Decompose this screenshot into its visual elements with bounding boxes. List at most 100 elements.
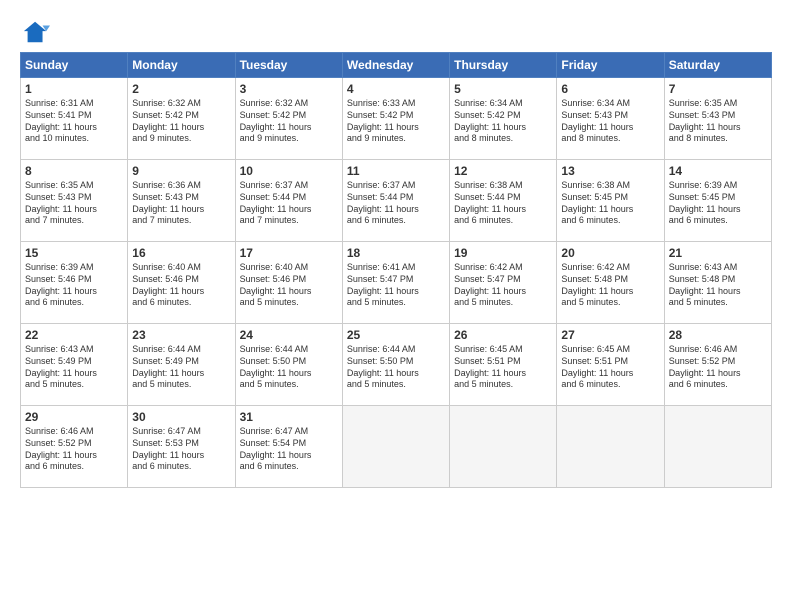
- calendar-cell: 22Sunrise: 6:43 AM Sunset: 5:49 PM Dayli…: [21, 324, 128, 406]
- calendar-cell: 7Sunrise: 6:35 AM Sunset: 5:43 PM Daylig…: [664, 78, 771, 160]
- day-info: Sunrise: 6:45 AM Sunset: 5:51 PM Dayligh…: [454, 344, 552, 391]
- calendar-cell: 15Sunrise: 6:39 AM Sunset: 5:46 PM Dayli…: [21, 242, 128, 324]
- calendar-cell: 30Sunrise: 6:47 AM Sunset: 5:53 PM Dayli…: [128, 406, 235, 488]
- day-number: 12: [454, 163, 552, 179]
- calendar-week-2: 8Sunrise: 6:35 AM Sunset: 5:43 PM Daylig…: [21, 160, 772, 242]
- day-number: 7: [669, 81, 767, 97]
- calendar-cell: 29Sunrise: 6:46 AM Sunset: 5:52 PM Dayli…: [21, 406, 128, 488]
- calendar-cell: 27Sunrise: 6:45 AM Sunset: 5:51 PM Dayli…: [557, 324, 664, 406]
- day-info: Sunrise: 6:34 AM Sunset: 5:42 PM Dayligh…: [454, 98, 552, 145]
- logo-icon: [22, 18, 50, 46]
- day-number: 4: [347, 81, 445, 97]
- day-number: 2: [132, 81, 230, 97]
- day-number: 26: [454, 327, 552, 343]
- calendar-cell: 4Sunrise: 6:33 AM Sunset: 5:42 PM Daylig…: [342, 78, 449, 160]
- calendar-week-3: 15Sunrise: 6:39 AM Sunset: 5:46 PM Dayli…: [21, 242, 772, 324]
- calendar-cell: 26Sunrise: 6:45 AM Sunset: 5:51 PM Dayli…: [450, 324, 557, 406]
- day-info: Sunrise: 6:38 AM Sunset: 5:45 PM Dayligh…: [561, 180, 659, 227]
- weekday-header-wednesday: Wednesday: [342, 53, 449, 78]
- day-info: Sunrise: 6:47 AM Sunset: 5:54 PM Dayligh…: [240, 426, 338, 473]
- day-info: Sunrise: 6:34 AM Sunset: 5:43 PM Dayligh…: [561, 98, 659, 145]
- calendar-cell: 19Sunrise: 6:42 AM Sunset: 5:47 PM Dayli…: [450, 242, 557, 324]
- day-info: Sunrise: 6:40 AM Sunset: 5:46 PM Dayligh…: [240, 262, 338, 309]
- calendar-cell: 2Sunrise: 6:32 AM Sunset: 5:42 PM Daylig…: [128, 78, 235, 160]
- header: [20, 18, 772, 42]
- weekday-header-monday: Monday: [128, 53, 235, 78]
- day-info: Sunrise: 6:35 AM Sunset: 5:43 PM Dayligh…: [25, 180, 123, 227]
- calendar-cell: 6Sunrise: 6:34 AM Sunset: 5:43 PM Daylig…: [557, 78, 664, 160]
- day-number: 13: [561, 163, 659, 179]
- day-info: Sunrise: 6:37 AM Sunset: 5:44 PM Dayligh…: [240, 180, 338, 227]
- calendar-cell: 9Sunrise: 6:36 AM Sunset: 5:43 PM Daylig…: [128, 160, 235, 242]
- day-info: Sunrise: 6:42 AM Sunset: 5:47 PM Dayligh…: [454, 262, 552, 309]
- calendar-cell: 25Sunrise: 6:44 AM Sunset: 5:50 PM Dayli…: [342, 324, 449, 406]
- day-number: 30: [132, 409, 230, 425]
- weekday-header-sunday: Sunday: [21, 53, 128, 78]
- calendar-cell: 1Sunrise: 6:31 AM Sunset: 5:41 PM Daylig…: [21, 78, 128, 160]
- calendar-cell: 21Sunrise: 6:43 AM Sunset: 5:48 PM Dayli…: [664, 242, 771, 324]
- day-info: Sunrise: 6:32 AM Sunset: 5:42 PM Dayligh…: [240, 98, 338, 145]
- calendar-cell: 3Sunrise: 6:32 AM Sunset: 5:42 PM Daylig…: [235, 78, 342, 160]
- day-info: Sunrise: 6:35 AM Sunset: 5:43 PM Dayligh…: [669, 98, 767, 145]
- day-info: Sunrise: 6:39 AM Sunset: 5:45 PM Dayligh…: [669, 180, 767, 227]
- calendar-week-1: 1Sunrise: 6:31 AM Sunset: 5:41 PM Daylig…: [21, 78, 772, 160]
- calendar-cell: 8Sunrise: 6:35 AM Sunset: 5:43 PM Daylig…: [21, 160, 128, 242]
- day-number: 8: [25, 163, 123, 179]
- day-info: Sunrise: 6:43 AM Sunset: 5:48 PM Dayligh…: [669, 262, 767, 309]
- day-number: 25: [347, 327, 445, 343]
- day-number: 29: [25, 409, 123, 425]
- day-number: 24: [240, 327, 338, 343]
- calendar-week-4: 22Sunrise: 6:43 AM Sunset: 5:49 PM Dayli…: [21, 324, 772, 406]
- calendar-cell: 5Sunrise: 6:34 AM Sunset: 5:42 PM Daylig…: [450, 78, 557, 160]
- page: SundayMondayTuesdayWednesdayThursdayFrid…: [0, 0, 792, 612]
- calendar-cell: 20Sunrise: 6:42 AM Sunset: 5:48 PM Dayli…: [557, 242, 664, 324]
- day-number: 21: [669, 245, 767, 261]
- weekday-header-tuesday: Tuesday: [235, 53, 342, 78]
- day-number: 23: [132, 327, 230, 343]
- calendar-cell: [664, 406, 771, 488]
- day-number: 19: [454, 245, 552, 261]
- day-info: Sunrise: 6:43 AM Sunset: 5:49 PM Dayligh…: [25, 344, 123, 391]
- day-info: Sunrise: 6:44 AM Sunset: 5:50 PM Dayligh…: [240, 344, 338, 391]
- day-info: Sunrise: 6:45 AM Sunset: 5:51 PM Dayligh…: [561, 344, 659, 391]
- calendar-cell: [557, 406, 664, 488]
- day-info: Sunrise: 6:46 AM Sunset: 5:52 PM Dayligh…: [25, 426, 123, 473]
- day-info: Sunrise: 6:38 AM Sunset: 5:44 PM Dayligh…: [454, 180, 552, 227]
- calendar-cell: 31Sunrise: 6:47 AM Sunset: 5:54 PM Dayli…: [235, 406, 342, 488]
- calendar-cell: 23Sunrise: 6:44 AM Sunset: 5:49 PM Dayli…: [128, 324, 235, 406]
- day-number: 31: [240, 409, 338, 425]
- calendar-cell: [450, 406, 557, 488]
- calendar-cell: 17Sunrise: 6:40 AM Sunset: 5:46 PM Dayli…: [235, 242, 342, 324]
- day-number: 28: [669, 327, 767, 343]
- calendar-cell: 28Sunrise: 6:46 AM Sunset: 5:52 PM Dayli…: [664, 324, 771, 406]
- day-info: Sunrise: 6:37 AM Sunset: 5:44 PM Dayligh…: [347, 180, 445, 227]
- calendar-cell: 10Sunrise: 6:37 AM Sunset: 5:44 PM Dayli…: [235, 160, 342, 242]
- calendar-cell: 16Sunrise: 6:40 AM Sunset: 5:46 PM Dayli…: [128, 242, 235, 324]
- day-info: Sunrise: 6:40 AM Sunset: 5:46 PM Dayligh…: [132, 262, 230, 309]
- day-number: 27: [561, 327, 659, 343]
- day-number: 6: [561, 81, 659, 97]
- day-info: Sunrise: 6:31 AM Sunset: 5:41 PM Dayligh…: [25, 98, 123, 145]
- day-info: Sunrise: 6:41 AM Sunset: 5:47 PM Dayligh…: [347, 262, 445, 309]
- day-info: Sunrise: 6:46 AM Sunset: 5:52 PM Dayligh…: [669, 344, 767, 391]
- calendar-cell: [342, 406, 449, 488]
- day-info: Sunrise: 6:32 AM Sunset: 5:42 PM Dayligh…: [132, 98, 230, 145]
- day-number: 1: [25, 81, 123, 97]
- day-number: 11: [347, 163, 445, 179]
- calendar-week-5: 29Sunrise: 6:46 AM Sunset: 5:52 PM Dayli…: [21, 406, 772, 488]
- day-info: Sunrise: 6:39 AM Sunset: 5:46 PM Dayligh…: [25, 262, 123, 309]
- weekday-header-friday: Friday: [557, 53, 664, 78]
- day-number: 18: [347, 245, 445, 261]
- calendar-cell: 12Sunrise: 6:38 AM Sunset: 5:44 PM Dayli…: [450, 160, 557, 242]
- day-number: 15: [25, 245, 123, 261]
- day-info: Sunrise: 6:33 AM Sunset: 5:42 PM Dayligh…: [347, 98, 445, 145]
- calendar-cell: 24Sunrise: 6:44 AM Sunset: 5:50 PM Dayli…: [235, 324, 342, 406]
- calendar-cell: 14Sunrise: 6:39 AM Sunset: 5:45 PM Dayli…: [664, 160, 771, 242]
- day-number: 5: [454, 81, 552, 97]
- day-info: Sunrise: 6:42 AM Sunset: 5:48 PM Dayligh…: [561, 262, 659, 309]
- day-number: 20: [561, 245, 659, 261]
- day-number: 3: [240, 81, 338, 97]
- day-number: 14: [669, 163, 767, 179]
- day-number: 10: [240, 163, 338, 179]
- calendar-cell: 13Sunrise: 6:38 AM Sunset: 5:45 PM Dayli…: [557, 160, 664, 242]
